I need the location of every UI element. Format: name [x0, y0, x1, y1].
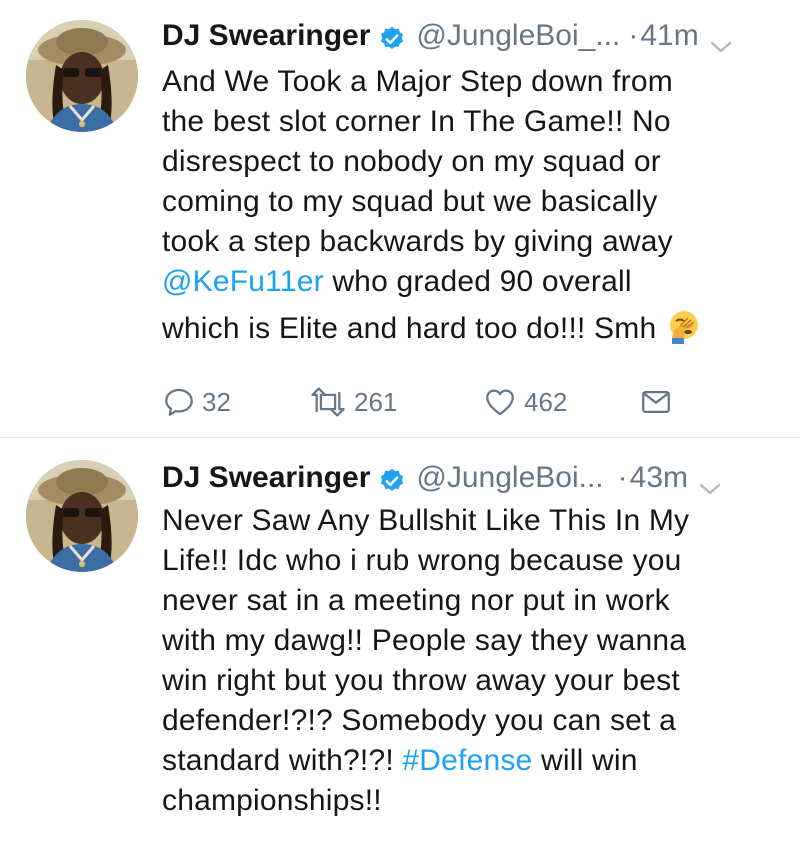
tweet-timestamp[interactable]: 41m — [640, 14, 698, 58]
tweet-text: And We Took a Major Step down from the b… — [162, 62, 772, 349]
like-count: 462 — [524, 386, 568, 417]
reply-count: 32 — [202, 386, 231, 417]
reply-icon — [162, 385, 196, 419]
tweet-text-line: win right but you throw away your best — [162, 664, 680, 697]
like-button[interactable]: 462 — [482, 382, 567, 422]
tweet-text-fragment: will win — [532, 744, 638, 777]
tweet-text-line: championships!! — [162, 784, 382, 817]
author-name[interactable]: DJ Swearinger — [162, 456, 370, 500]
heart-icon — [482, 385, 518, 419]
tweet-text-fragment: standard with?!?! — [162, 744, 403, 777]
author-name[interactable]: DJ Swearinger — [162, 14, 370, 58]
tweet[interactable]: DJ Swearinger @JungleBoi... · 43m Never … — [0, 438, 800, 842]
reply-button[interactable]: 32 — [162, 382, 231, 422]
direct-message-button[interactable] — [638, 382, 674, 422]
tweet-text: Never Saw Any Bullshit Like This In My L… — [162, 501, 772, 821]
tweet-text-line: with my dawg!! People say they wanna — [162, 624, 687, 657]
tweet-text-line: Never Saw Any Bullshit Like This In My — [162, 504, 690, 537]
separator-dot: · — [617, 461, 628, 494]
avatar[interactable] — [26, 460, 138, 572]
tweet-text-fragment: which is Elite and hard too do!!! Smh — [162, 312, 657, 345]
tweet-text-line: which is Elite and hard too do!!! Smh — [162, 308, 772, 349]
author-handle[interactable]: @JungleBoi... — [416, 456, 603, 500]
separator-dot: · — [628, 19, 639, 52]
tweet-text-line: @KeFu11er who graded 90 overall — [162, 262, 772, 302]
tweet-text-line: took a step backwards by giving away — [162, 225, 673, 258]
verified-badge-icon — [378, 464, 406, 492]
author-handle[interactable]: @JungleBoi_... — [416, 14, 620, 58]
tweet[interactable]: DJ Swearinger @JungleBoi_... · 41m And W… — [0, 0, 800, 437]
tweet-text-line: defender!?!? Somebody you can set a — [162, 704, 677, 737]
tweet-text-fragment: who graded 90 overall — [323, 265, 632, 298]
retweet-button[interactable]: 261 — [308, 382, 397, 422]
hashtag-link[interactable]: #Defense — [402, 744, 532, 777]
verified-badge-icon — [378, 22, 406, 50]
tweet-text-line: standard with?!?! #Defense will win — [162, 741, 772, 781]
tweet-text-line: coming to my squad but we basically — [162, 185, 658, 218]
retweet-icon — [308, 385, 348, 419]
envelope-icon — [638, 385, 674, 419]
tweet-timestamp[interactable]: 43m — [630, 456, 688, 500]
tweet-text-line: never sat in a meeting nor put in work — [162, 584, 670, 617]
tweet-text-line: the best slot corner In The Game!! No — [162, 105, 671, 138]
chevron-down-icon[interactable] — [698, 468, 722, 495]
chevron-down-icon[interactable] — [709, 26, 733, 53]
mention-link[interactable]: @KeFu11er — [162, 265, 324, 298]
retweet-count: 261 — [354, 386, 398, 417]
avatar[interactable] — [26, 20, 138, 132]
tweet-text-line: disrespect to nobody on my squad or — [162, 145, 661, 178]
tweet-text-line: Life!! Idc who i rub wrong because you — [162, 544, 682, 577]
face-palm-emoji — [666, 308, 702, 344]
tweet-actions: 32 261 462 — [162, 382, 722, 422]
tweet-header: DJ Swearinger @JungleBoi_... · 41m — [162, 14, 760, 58]
tweet-header: DJ Swearinger @JungleBoi... · 43m — [162, 456, 760, 500]
tweet-text-line: And We Took a Major Step down from — [162, 65, 673, 98]
